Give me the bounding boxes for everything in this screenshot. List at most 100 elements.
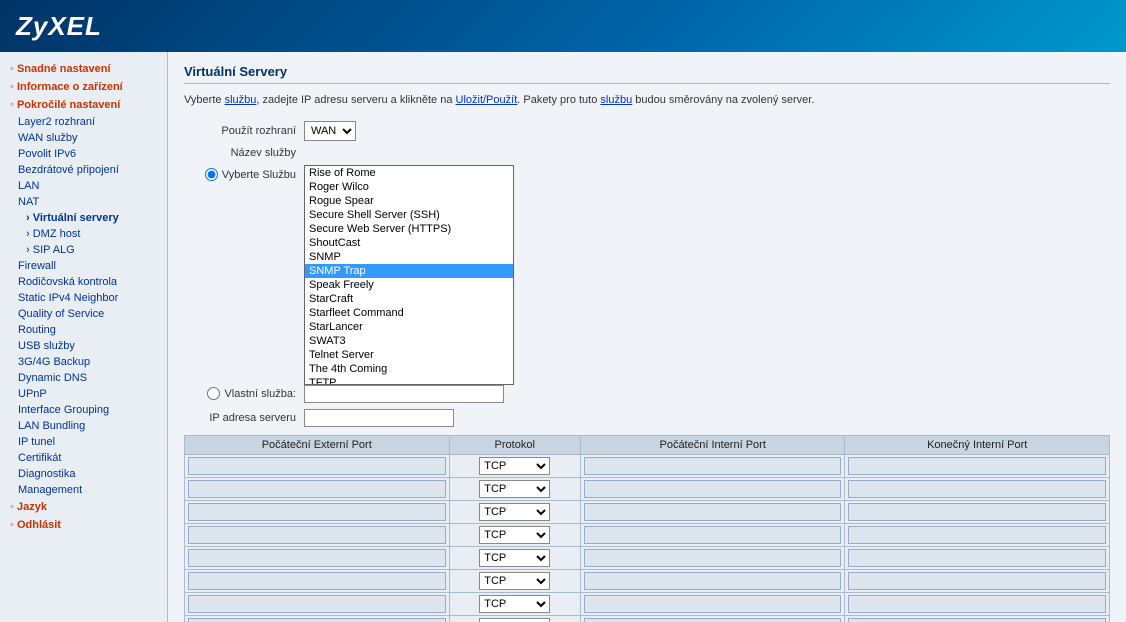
ext-port-input[interactable]: [188, 572, 446, 590]
radio-custom-service[interactable]: [207, 387, 220, 400]
dropdown-item-starcraft[interactable]: StarCraft: [305, 292, 513, 306]
protocol-select[interactable]: TCPUDPTCP/UDP: [479, 595, 550, 613]
sidebar-item-upnp[interactable]: UPnP: [0, 386, 167, 402]
cell-int-end-port: [845, 546, 1110, 569]
sidebar-item-iptun[interactable]: IP tunel: [0, 434, 167, 450]
ip-input[interactable]: [304, 409, 454, 427]
desc-link-ulozit[interactable]: Uložit/Použít: [456, 94, 518, 106]
cell-protocol: TCPUDPTCP/UDP: [449, 523, 580, 546]
dropdown-item-ssh[interactable]: Secure Shell Server (SSH): [305, 208, 513, 222]
ext-port-input[interactable]: [188, 549, 446, 567]
dropdown-item-https[interactable]: Secure Web Server (HTTPS): [305, 222, 513, 236]
radio-select-service[interactable]: [205, 168, 218, 181]
sidebar-item-virtual[interactable]: Virtuální servery: [0, 210, 167, 226]
protocol-select[interactable]: TCPUDPTCP/UDP: [479, 549, 550, 567]
int-end-port-input[interactable]: [848, 572, 1106, 590]
cell-int-end-port: [845, 500, 1110, 523]
dropdown-item-starfleet[interactable]: Starfleet Command: [305, 306, 513, 320]
radio2-row: Vlastní služba:: [184, 385, 1110, 403]
dropdown-item-swat3[interactable]: SWAT3: [305, 334, 513, 348]
int-start-port-input[interactable]: [584, 503, 842, 521]
sidebar-item-lanbund[interactable]: LAN Bundling: [0, 418, 167, 434]
int-start-port-input[interactable]: [584, 595, 842, 613]
int-start-port-input[interactable]: [584, 457, 842, 475]
dropdown-item-speakfreely[interactable]: Speak Freely: [305, 278, 513, 292]
dropdown-item-rogue[interactable]: Rogue Spear: [305, 194, 513, 208]
ext-port-input[interactable]: [188, 595, 446, 613]
col-header-int-start: Počáteční Interní Port: [580, 435, 845, 454]
dropdown-item-4thcoming[interactable]: The 4th Coming: [305, 362, 513, 376]
interface-select[interactable]: WAN: [304, 121, 356, 141]
service-dropdown-list[interactable]: Rise of Rome Roger Wilco Rogue Spear Sec…: [304, 165, 514, 385]
dropdown-item-starlancer[interactable]: StarLancer: [305, 320, 513, 334]
sidebar-item-usb[interactable]: USB služby: [0, 338, 167, 354]
sidebar-item-static[interactable]: Static IPv4 Neighbor: [0, 290, 167, 306]
sidebar-item-qos[interactable]: Quality of Service: [0, 306, 167, 322]
int-start-port-input[interactable]: [584, 572, 842, 590]
cell-int-start-port: [580, 615, 845, 622]
sidebar-item-ddns[interactable]: Dynamic DNS: [0, 370, 167, 386]
protocol-select[interactable]: TCPUDPTCP/UDP: [479, 618, 550, 622]
main-content: Virtuální Servery Vyberte službu, zadejt…: [168, 52, 1126, 622]
protocol-select[interactable]: TCPUDPTCP/UDP: [479, 480, 550, 498]
dropdown-item-rise[interactable]: Rise of Rome: [305, 166, 513, 180]
cell-int-end-port: [845, 523, 1110, 546]
cell-int-start-port: [580, 569, 845, 592]
sidebar-item-mgmt[interactable]: Management: [0, 482, 167, 498]
int-end-port-input[interactable]: [848, 526, 1106, 544]
sidebar-item-rodic[interactable]: Rodičovská kontrola: [0, 274, 167, 290]
sidebar-item-diag[interactable]: Diagnostika: [0, 466, 167, 482]
custom-service-input[interactable]: [304, 385, 504, 403]
sidebar-item-firewall[interactable]: Firewall: [0, 258, 167, 274]
int-end-port-input[interactable]: [848, 595, 1106, 613]
sidebar-item-ipv6[interactable]: Povolit IPv6: [0, 146, 167, 162]
int-start-port-input[interactable]: [584, 480, 842, 498]
int-end-port-input[interactable]: [848, 549, 1106, 567]
int-start-port-input[interactable]: [584, 526, 842, 544]
protocol-select[interactable]: TCPUDPTCP/UDP: [479, 503, 550, 521]
int-end-port-input[interactable]: [848, 457, 1106, 475]
sidebar-item-cert[interactable]: Certifikát: [0, 450, 167, 466]
header: ZyXEL: [0, 0, 1126, 52]
sidebar-item-routing[interactable]: Routing: [0, 322, 167, 338]
dropdown-item-snmp[interactable]: SNMP: [305, 250, 513, 264]
desc-link-sluzbu2[interactable]: službu: [600, 94, 632, 106]
sidebar-item-sip[interactable]: SIP ALG: [0, 242, 167, 258]
ext-port-input[interactable]: [188, 503, 446, 521]
int-start-port-input[interactable]: [584, 549, 842, 567]
sidebar-item-3g4g[interactable]: 3G/4G Backup: [0, 354, 167, 370]
dropdown-item-shoutcast[interactable]: ShoutCast: [305, 236, 513, 250]
sidebar-item-bezdr[interactable]: Bezdrátové připojení: [0, 162, 167, 178]
int-end-port-input[interactable]: [848, 618, 1106, 622]
sidebar-item-igroup[interactable]: Interface Grouping: [0, 402, 167, 418]
sidebar-item-informace[interactable]: Informace o zařízení: [0, 78, 167, 96]
sidebar-item-nat[interactable]: NAT: [0, 194, 167, 210]
int-start-port-input[interactable]: [584, 618, 842, 622]
dropdown-item-tftp[interactable]: TFTP: [305, 376, 513, 385]
protocol-select[interactable]: TCPUDPTCP/UDP: [479, 572, 550, 590]
desc-link-sluzbu[interactable]: službu: [225, 94, 257, 106]
protocol-select[interactable]: TCPUDPTCP/UDP: [479, 457, 550, 475]
protocol-select[interactable]: TCPUDPTCP/UDP: [479, 526, 550, 544]
sidebar-item-dmz[interactable]: DMZ host: [0, 226, 167, 242]
dropdown-item-snmptrap[interactable]: SNMP Trap: [305, 264, 513, 278]
int-end-port-input[interactable]: [848, 503, 1106, 521]
int-end-port-input[interactable]: [848, 480, 1106, 498]
ext-port-input[interactable]: [188, 480, 446, 498]
sidebar-item-snadne[interactable]: Snadné nastavení: [0, 60, 167, 78]
ext-port-input[interactable]: [188, 526, 446, 544]
dropdown-item-roger[interactable]: Roger Wilco: [305, 180, 513, 194]
sidebar-item-pokrocile[interactable]: Pokročilé nastavení: [0, 96, 167, 114]
sidebar-item-layer2[interactable]: Layer2 rozhraní: [0, 114, 167, 130]
sidebar: Snadné nastavení Informace o zařízení Po…: [0, 52, 168, 622]
cell-protocol: TCPUDPTCP/UDP: [449, 615, 580, 622]
radio1-row: Vyberte Službu Secure Shell Server (SSH)…: [184, 165, 1110, 185]
sidebar-item-odhlasit[interactable]: Odhlásit: [0, 516, 167, 534]
ext-port-input[interactable]: [188, 618, 446, 622]
ext-port-input[interactable]: [188, 457, 446, 475]
cell-int-end-port: [845, 569, 1110, 592]
dropdown-item-telnet[interactable]: Telnet Server: [305, 348, 513, 362]
sidebar-item-wan[interactable]: WAN služby: [0, 130, 167, 146]
sidebar-item-jazyk[interactable]: Jazyk: [0, 498, 167, 516]
sidebar-item-lan[interactable]: LAN: [0, 178, 167, 194]
